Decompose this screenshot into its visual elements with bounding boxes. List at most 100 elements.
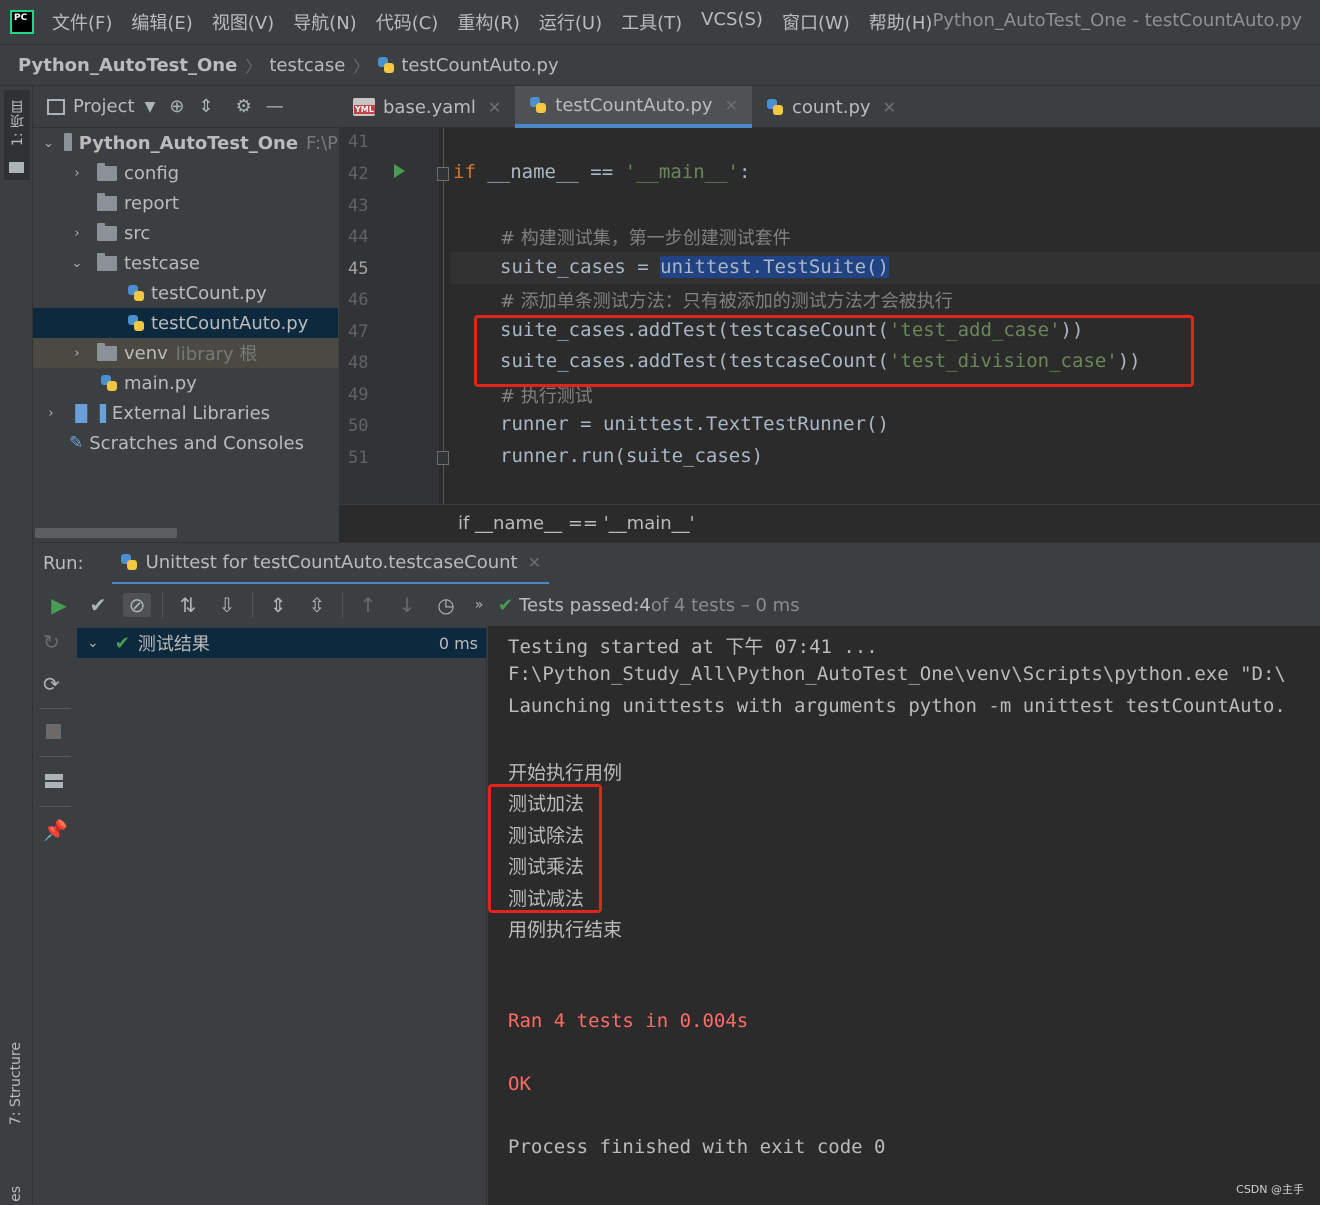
sort-duration-icon[interactable]: ⇩	[213, 593, 241, 617]
line-number: 48	[348, 353, 369, 373]
tree-item-testcase[interactable]: ⌄ testcase	[33, 248, 338, 278]
horizontal-scrollbar[interactable]	[35, 528, 177, 538]
tree-item-src[interactable]: › src	[33, 218, 338, 248]
line-number: 41	[348, 132, 369, 152]
more-icon[interactable]: »	[471, 597, 487, 613]
status-rest: of 4 tests – 0 ms	[650, 594, 800, 616]
menu-code[interactable]: 代码(C)	[376, 9, 439, 35]
menu-refactor[interactable]: 重构(R)	[457, 9, 520, 35]
toggle-auto-test-icon[interactable]: ⟳	[43, 672, 60, 696]
collapse-all-icon[interactable]: ⇕	[198, 96, 213, 117]
close-icon[interactable]: ✕	[488, 98, 501, 117]
expand-all-icon[interactable]: ⇕	[264, 593, 292, 617]
project-view-selector[interactable]: Project	[73, 96, 135, 117]
code-line-51: runner.run(suite_cases)	[500, 445, 764, 467]
run-side-toolbar: ↻ ⟳ 📌	[33, 626, 77, 1205]
locate-target-icon[interactable]: ⊕	[169, 96, 184, 117]
folder-icon	[97, 192, 117, 211]
chevron-down-icon: ⌄	[71, 255, 83, 271]
tree-item-venv[interactable]: › venv library 根	[33, 338, 338, 368]
tree-item-testcount[interactable]: testCount.py	[33, 278, 338, 308]
gear-icon[interactable]: ⚙	[236, 96, 252, 117]
menu-help[interactable]: 帮助(H)	[869, 9, 933, 35]
chevron-down-icon: ⌄	[43, 135, 54, 151]
run-config-tab[interactable]: Unittest for testCountAuto.testcaseCount…	[111, 543, 550, 585]
tree-item-external-libraries[interactable]: › ▐▌▐ External Libraries	[33, 398, 338, 428]
tree-item-label: testCountAuto.py	[151, 312, 309, 334]
folder-icon	[97, 222, 117, 241]
close-icon[interactable]: ✕	[528, 553, 541, 572]
layout-icon[interactable]	[45, 774, 63, 788]
tree-item-scratches[interactable]: ✎ Scratches and Consoles	[33, 428, 338, 458]
editor-tabs: base.yaml ✕ testCountAuto.py ✕ count.py …	[339, 86, 1320, 128]
sort-alpha-icon[interactable]: ⇅	[174, 593, 202, 617]
run-gutter-icon[interactable]	[394, 164, 405, 178]
menu-tools[interactable]: 工具(T)	[621, 9, 682, 35]
rerun-icon[interactable]: ▶	[45, 593, 73, 617]
tab-testcountauto[interactable]: testCountAuto.py ✕	[515, 86, 752, 128]
pycharm-logo-icon: PC	[10, 10, 34, 34]
code-line-44: # 构建测试集，第一步创建测试套件	[500, 228, 791, 249]
test-results-root[interactable]: ⌄ ✔ 测试结果 0 ms	[77, 628, 486, 658]
chevron-down-icon[interactable]: ▼	[145, 99, 156, 115]
tree-item-path: F:\P	[306, 132, 338, 154]
breadcrumb-project[interactable]: Python_AutoTest_One	[18, 55, 237, 76]
project-panel: Project ▼ ⊕ ⇕ ⚙ — ⌄ Python_AutoTest_One …	[33, 86, 338, 542]
console-line: F:\Python_Study_All\Python_AutoTest_One\…	[508, 663, 1286, 685]
stop-icon[interactable]	[46, 724, 61, 739]
next-failed-icon[interactable]: ↓	[393, 593, 421, 617]
menu-view[interactable]: 视图(V)	[212, 9, 274, 35]
pin-icon[interactable]: 📌	[43, 818, 68, 842]
test-results-label: 测试结果	[137, 634, 210, 655]
minimize-icon[interactable]: —	[266, 96, 284, 117]
structure-tool-button[interactable]: 7: Structure	[8, 1042, 24, 1125]
line-number: 51	[348, 448, 369, 468]
tree-item-testcountauto[interactable]: testCountAuto.py	[33, 308, 338, 338]
test-history-icon[interactable]: ◷	[432, 593, 460, 617]
fold-icon[interactable]	[437, 167, 449, 181]
breadcrumb: Python_AutoTest_One 〉 testcase 〉 testCou…	[0, 44, 1320, 86]
tree-item-report[interactable]: report	[33, 188, 338, 218]
menu-vcs[interactable]: VCS(S)	[701, 9, 763, 35]
menu-edit[interactable]: 编辑(E)	[131, 9, 192, 35]
tree-item-label: testcase	[124, 252, 200, 274]
menu-file[interactable]: 文件(F)	[52, 9, 112, 35]
tab-count-py[interactable]: count.py ✕	[752, 86, 910, 128]
line-number: 50	[348, 416, 369, 436]
tree-item-library-root: library 根	[175, 344, 258, 365]
menu-run[interactable]: 运行(U)	[539, 9, 602, 35]
previous-failed-icon[interactable]: ↑	[354, 593, 382, 617]
menu-navigate[interactable]: 导航(N)	[293, 9, 357, 35]
library-icon: ▐▌▐	[69, 403, 106, 423]
tree-item-config[interactable]: › config	[33, 158, 338, 188]
toolbar-separator	[252, 592, 253, 618]
console-output[interactable]: Testing started at 下午 07:41 ... F:\Pytho…	[488, 626, 1320, 1205]
tab-base-yaml[interactable]: base.yaml ✕	[339, 86, 515, 128]
tree-item-project-root[interactable]: ⌄ Python_AutoTest_One F:\P	[33, 128, 338, 158]
python-file-icon	[529, 96, 547, 114]
menu-window[interactable]: 窗口(W)	[782, 9, 850, 35]
line-number: 46	[348, 290, 369, 310]
rerun-failed-icon[interactable]: ↻	[43, 630, 60, 654]
tree-item-label: Scratches and Consoles	[89, 432, 304, 454]
tree-item-label: report	[124, 192, 179, 214]
project-tool-button[interactable]: 1: 项目	[4, 90, 30, 180]
chevron-right-icon: 〉	[353, 57, 370, 76]
close-icon[interactable]: ✕	[883, 98, 896, 117]
close-icon[interactable]: ✕	[725, 96, 738, 115]
tree-item-main[interactable]: main.py	[33, 368, 338, 398]
breadcrumb-folder[interactable]: testcase	[269, 55, 345, 76]
editor-breadcrumb[interactable]: if __name__ == '__main__'	[339, 504, 1320, 542]
show-ignored-icon[interactable]: ⊘	[123, 593, 151, 617]
line-number: 45	[348, 259, 369, 279]
folder-icon	[9, 162, 24, 173]
line-number: 47	[348, 322, 369, 342]
show-passed-icon[interactable]: ✔	[84, 593, 112, 617]
bottom-tool-button[interactable]: es	[8, 1186, 24, 1202]
fold-icon[interactable]	[437, 451, 449, 465]
collapse-all-icon[interactable]: ⇳	[303, 593, 331, 617]
line-number: 42	[348, 164, 369, 184]
run-label: Run:	[43, 553, 84, 574]
tree-item-label: main.py	[124, 372, 197, 394]
breadcrumb-file[interactable]: testCountAuto.py	[401, 55, 558, 76]
